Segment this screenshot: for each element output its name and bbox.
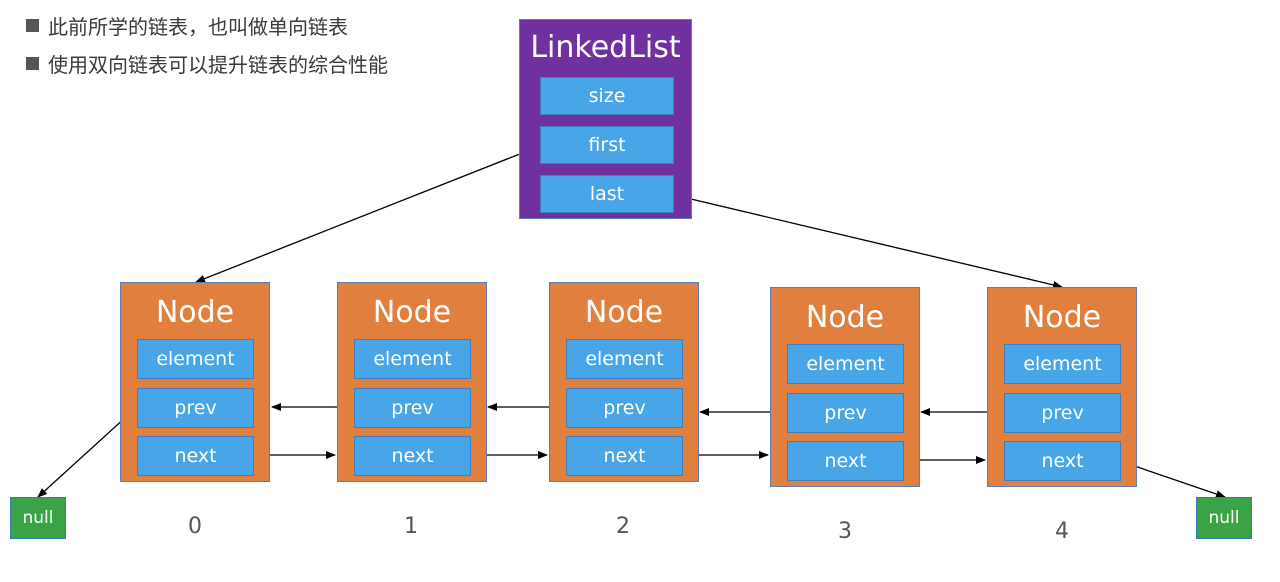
node-field-element: element: [566, 339, 683, 379]
node-field-prev: prev: [1004, 393, 1121, 433]
linkedlist-field-last: last: [540, 175, 674, 213]
node-field-next: next: [1004, 441, 1121, 481]
null-right: null: [1196, 497, 1252, 539]
last-pointer-arrow: [673, 194, 1063, 289]
linkedlist-field-first: first: [540, 126, 674, 164]
node-field-element: element: [1004, 344, 1121, 384]
node-title: Node: [805, 300, 885, 335]
node-2: Node element prev next: [549, 282, 699, 482]
node-index-0: 0: [188, 514, 202, 539]
node-field-next: next: [354, 436, 471, 476]
node-title: Node: [584, 295, 664, 330]
node-field-next: next: [566, 436, 683, 476]
node-title: Node: [1022, 300, 1102, 335]
node-field-prev: prev: [787, 393, 904, 433]
linkedlist-title: LinkedList: [530, 30, 681, 65]
first-pointer-arrow: [195, 145, 541, 283]
linkedlist-field-size: size: [540, 77, 674, 115]
null-left: null: [10, 497, 66, 539]
node-index-3: 3: [838, 519, 852, 544]
node-field-prev: prev: [566, 388, 683, 428]
node-field-prev: prev: [354, 388, 471, 428]
node-4: Node element prev next: [987, 287, 1137, 487]
linkedlist-box: LinkedList size first last: [519, 19, 692, 219]
node-title: Node: [155, 295, 235, 330]
node-field-element: element: [354, 339, 471, 379]
node-index-2: 2: [616, 514, 630, 539]
node-field-element: element: [787, 344, 904, 384]
node-1: Node element prev next: [337, 282, 487, 482]
node-index-1: 1: [404, 514, 418, 539]
node-field-next: next: [137, 436, 254, 476]
node-field-element: element: [137, 339, 254, 379]
node-field-prev: prev: [137, 388, 254, 428]
node-index-4: 4: [1055, 519, 1069, 544]
node-title: Node: [372, 295, 452, 330]
node-0: Node element prev next: [120, 282, 270, 482]
node-3: Node element prev next: [770, 287, 920, 487]
node-field-next: next: [787, 441, 904, 481]
